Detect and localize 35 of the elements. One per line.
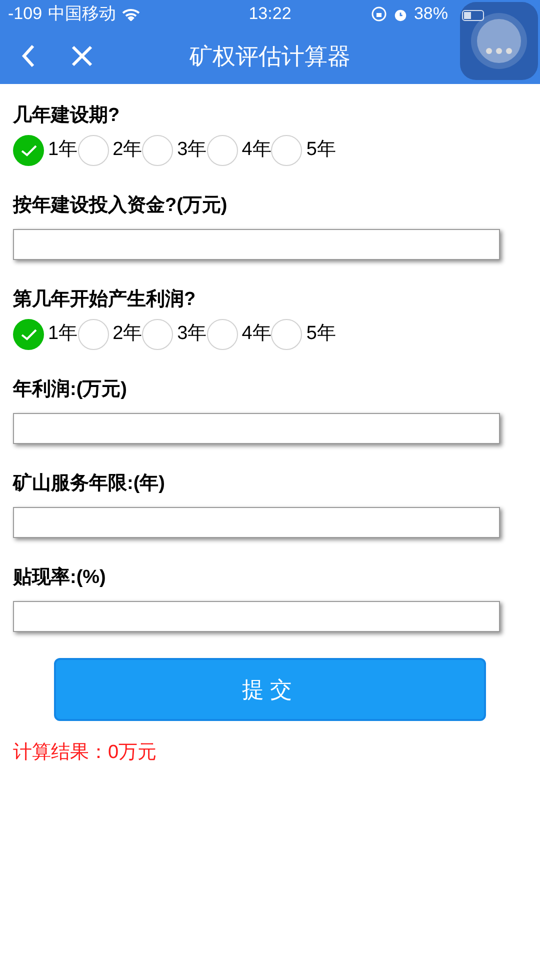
carrier-name: 中国移动 xyxy=(48,3,116,26)
input-field[interactable] xyxy=(13,229,500,260)
year-radio-option[interactable]: 4年 xyxy=(206,319,272,350)
checkmark-icon xyxy=(20,328,36,340)
field-label: 几年建设期? xyxy=(13,104,121,128)
field-label: 矿山服务年限:(年) xyxy=(13,472,166,496)
year-radio-option[interactable]: 2年 xyxy=(78,135,142,166)
back-chevron-icon xyxy=(21,44,35,68)
year-radio-option[interactable]: 3年 xyxy=(142,135,207,166)
battery-icon xyxy=(462,10,484,21)
wifi-icon xyxy=(122,8,140,20)
floating-assistive-button[interactable] xyxy=(460,2,538,80)
result-text: 计算结果：0万元 xyxy=(12,741,158,765)
field-label: 第几年开始产生利润? xyxy=(13,288,197,312)
assistive-dots-icon xyxy=(469,11,529,71)
field-label: 贴现率:(%) xyxy=(13,566,107,590)
rotation-lock-icon xyxy=(370,6,387,22)
signal-strength: -109 xyxy=(8,3,42,26)
field-label: 年利润:(万元) xyxy=(13,378,128,402)
page-title: 矿权评估计算器 xyxy=(190,42,350,71)
year-radio-option[interactable]: 1年 xyxy=(13,319,78,350)
year-radio-option[interactable]: 1年 xyxy=(13,135,78,166)
year-radio-option[interactable]: 2年 xyxy=(78,319,142,350)
year-radio-option[interactable]: 4年 xyxy=(206,135,272,166)
close-icon xyxy=(71,45,93,67)
year-radio-option[interactable]: 5年 xyxy=(271,135,336,166)
year-radio-option[interactable]: 3年 xyxy=(142,319,207,350)
checkmark-icon xyxy=(20,144,36,156)
input-field[interactable] xyxy=(13,507,500,538)
clock-time: 13:22 xyxy=(248,3,292,26)
year-radio-option[interactable]: 5年 xyxy=(271,319,336,350)
input-field[interactable] xyxy=(13,413,500,444)
input-field[interactable] xyxy=(13,601,500,632)
battery-percent: 38% xyxy=(414,3,448,26)
field-label: 按年建设投入资金?(万元) xyxy=(13,194,228,218)
